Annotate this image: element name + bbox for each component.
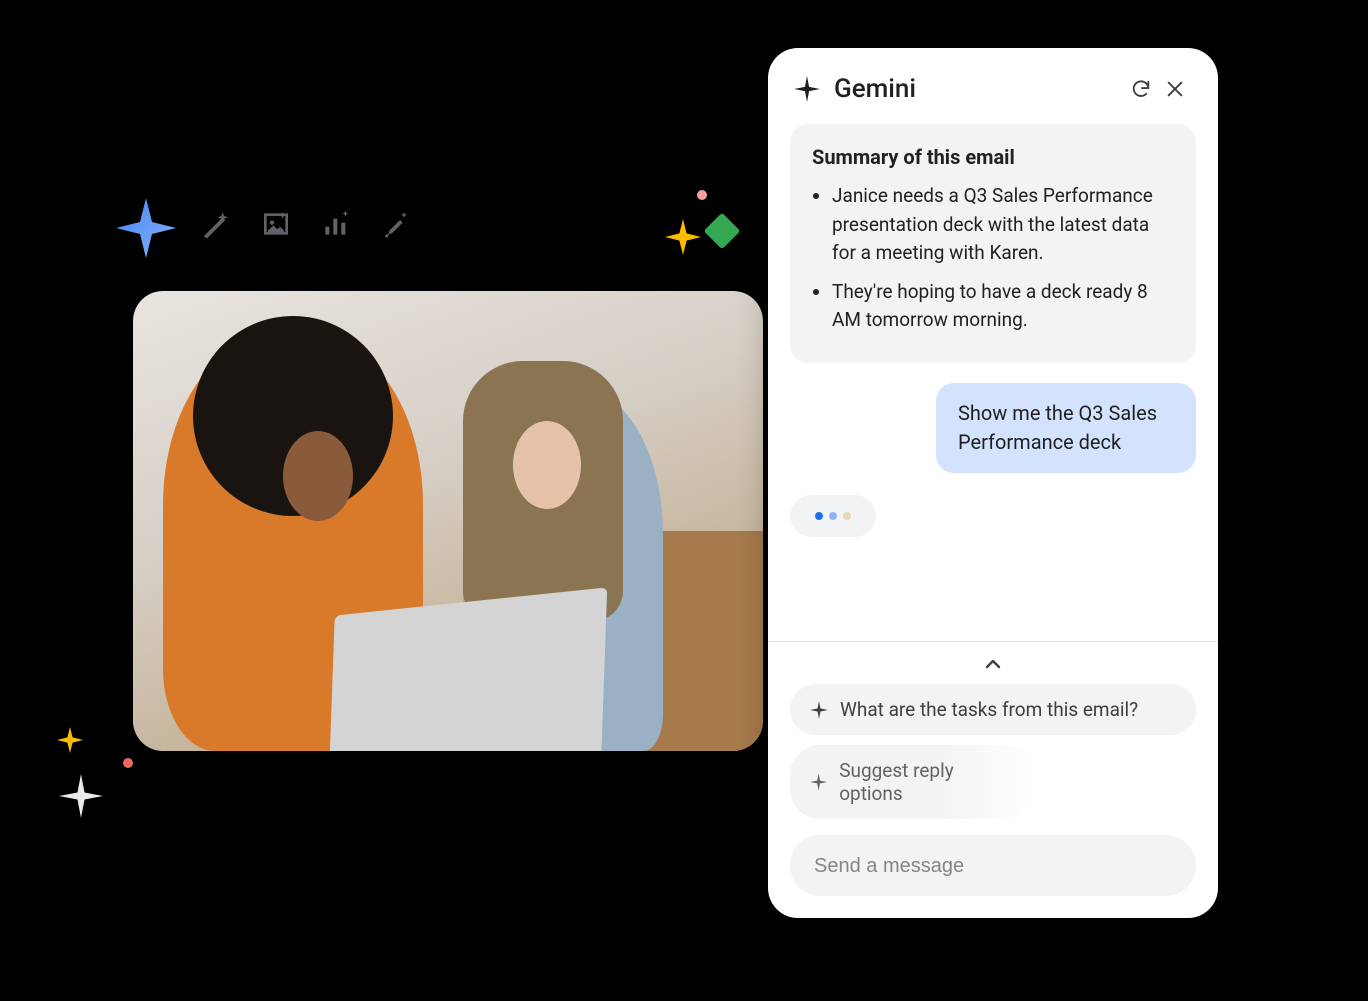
suggestion-chip-reply[interactable]: Suggest reply options bbox=[790, 745, 1034, 819]
chevron-up-icon[interactable] bbox=[981, 652, 1005, 676]
gemini-side-panel: Gemini Summary of this email Janice need… bbox=[768, 48, 1218, 918]
magic-wand-icon bbox=[200, 208, 232, 240]
user-message: Show me the Q3 Sales Performance deck bbox=[936, 383, 1196, 473]
panel-title: Gemini bbox=[834, 74, 916, 104]
message-input[interactable] bbox=[814, 855, 1172, 878]
ai-tools-icon-row bbox=[200, 208, 412, 240]
dot-decoration bbox=[123, 758, 133, 768]
panel-bottom: What are the tasks from this email? Sugg… bbox=[768, 641, 1218, 918]
image-sparkle-icon bbox=[260, 208, 292, 240]
refresh-button[interactable] bbox=[1124, 72, 1158, 106]
summary-heading: Summary of this email bbox=[812, 142, 1174, 172]
gemini-logo-icon bbox=[794, 76, 820, 102]
summary-bullet: Janice needs a Q3 Sales Performance pres… bbox=[832, 182, 1174, 268]
conversation-area: Summary of this email Janice needs a Q3 … bbox=[768, 120, 1218, 641]
close-icon bbox=[1164, 78, 1186, 100]
diamond-decoration-green bbox=[704, 213, 741, 250]
ai-loading-indicator bbox=[790, 495, 876, 537]
panel-header: Gemini bbox=[768, 48, 1218, 120]
dot-decoration bbox=[697, 190, 707, 200]
sparkle-decoration-blue bbox=[116, 198, 176, 258]
suggestion-label: Suggest reply options bbox=[839, 759, 1013, 805]
ai-message-summary: Summary of this email Janice needs a Q3 … bbox=[790, 124, 1196, 363]
hero-photo bbox=[133, 291, 763, 751]
sparkle-decoration-yellow bbox=[57, 727, 83, 753]
sparkle-icon bbox=[810, 701, 828, 719]
chart-sparkle-icon bbox=[320, 208, 352, 240]
sparkle-decoration-yellow-mid bbox=[665, 219, 701, 255]
summary-bullet: They're hoping to have a deck ready 8 AM… bbox=[832, 278, 1174, 335]
suggestion-label: What are the tasks from this email? bbox=[840, 698, 1138, 721]
refresh-icon bbox=[1130, 78, 1152, 100]
sparkle-icon bbox=[810, 773, 827, 791]
sparkle-decoration-white bbox=[59, 770, 103, 822]
brush-sparkle-icon bbox=[380, 208, 412, 240]
suggestion-chip-tasks[interactable]: What are the tasks from this email? bbox=[790, 684, 1196, 735]
message-composer[interactable] bbox=[790, 835, 1196, 896]
close-button[interactable] bbox=[1158, 72, 1192, 106]
